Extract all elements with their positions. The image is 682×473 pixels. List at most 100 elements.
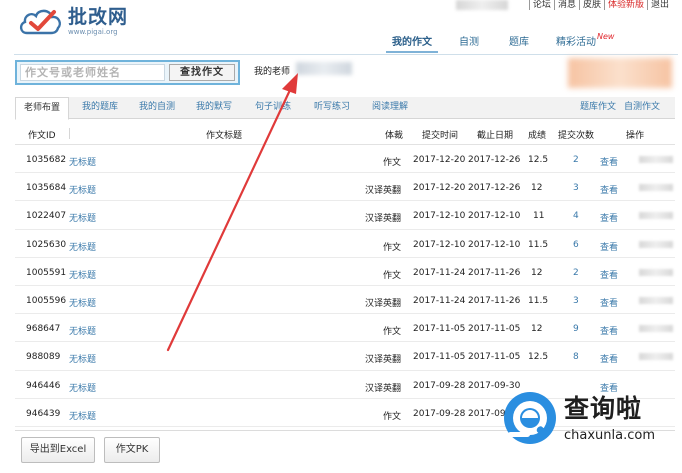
essay-id: 1025630 [26,239,67,250]
my-teacher-label: 我的老师 [254,67,291,77]
submit-count[interactable]: 9 [573,324,579,334]
deadline: 2017-11-05 [468,324,521,335]
view-link[interactable]: 查看 [600,240,618,253]
essay-genre: 汉译英翻 [364,186,401,197]
deadline: 2017-12-26 [468,155,521,165]
toplink-skin[interactable]: 皮肤 [578,0,604,10]
table-row: 968647 无标题 作文 2017-11-05 2017-11-05 12 9… [15,314,675,343]
search-button[interactable]: 查找作文 [169,64,235,81]
essay-genre: 汉译英翻 [364,214,401,225]
essay-title-link[interactable]: 无标题 [69,240,96,253]
essay-title-link[interactable]: 无标题 [69,381,96,394]
essay-genre: 汉译英翻 [364,355,401,366]
essay-genre: 作文 [382,411,401,422]
submit-time: 2017-11-24 [413,295,466,306]
nav-my-essays[interactable]: 我的作文 [386,37,438,53]
blurred-operations [639,212,673,220]
essay-title-link[interactable]: 无标题 [69,211,96,224]
essay-title-link[interactable]: 无标题 [69,296,96,309]
view-link[interactable]: 查看 [600,211,618,224]
essay-id: 968647 [26,324,61,335]
blurred-operations [639,296,673,304]
search-input[interactable] [20,64,165,81]
submit-count[interactable]: 2 [573,155,579,165]
tab-listening[interactable]: 听写练习 [306,97,358,119]
view-link[interactable]: 查看 [600,352,618,365]
nav-question-bank[interactable]: 题库 [509,37,529,49]
submit-count[interactable]: 8 [573,352,579,362]
submit-time: 2017-12-20 [413,183,466,194]
essay-pk-button[interactable]: 作文PK [104,437,160,463]
deadline: 2017-12-26 [468,183,521,194]
table-row: 1035684 无标题 汉译英翻 2017-12-20 2017-12-26 1… [15,173,675,202]
table-row: 1005591 无标题 作文 2017-11-24 2017-11-26 12 … [15,258,675,286]
essay-title-link[interactable]: 无标题 [69,324,96,337]
essay-id: 946439 [26,408,61,419]
deadline: 2017-11-26 [468,295,521,306]
col-deadline: 截止日期 [477,131,514,141]
watermark: 查询啦 chaxunla.com [500,388,682,452]
score: 11 [533,211,545,222]
export-excel-button[interactable]: 导出到Excel [21,437,95,463]
table-row: 988089 无标题 汉译英翻 2017-11-05 2017-11-05 12… [15,342,675,371]
submit-count[interactable]: 4 [573,211,579,221]
view-link[interactable]: 查看 [600,155,618,168]
submit-time: 2017-12-20 [413,155,466,165]
submit-count[interactable]: 3 [573,296,579,306]
table-row: 1035682 无标题 作文 2017-12-20 2017-12-26 12.… [15,145,675,174]
blurred-operations [639,325,673,333]
deadline: 2017-12-10 [468,211,521,222]
score: 12 [531,183,543,194]
deadline: 2017-12-10 [468,239,521,250]
tab-my-bank[interactable]: 我的题库 [75,97,125,119]
watermark-url: chaxunla.com [564,428,655,443]
essay-title-link[interactable]: 无标题 [69,352,96,365]
blurred-operations [639,353,673,361]
nav-events[interactable]: 精彩活动 [556,37,596,49]
tab-teacher-assigned[interactable]: 老师布置 [15,97,69,120]
submit-count[interactable]: 6 [573,240,579,250]
tab-sentence-training[interactable]: 句子训练 [247,97,299,119]
tab-bank-essays[interactable]: 题库作文 [580,97,616,119]
blurred-operations [639,268,673,276]
deadline: 2017-11-26 [468,267,521,278]
submit-time: 2017-09-28 [413,380,466,391]
submit-time: 2017-11-24 [413,267,466,278]
toplink-forum[interactable]: 论坛 [528,0,554,10]
score: 11.5 [528,239,549,250]
toplink-logout[interactable]: 退出 [646,0,672,10]
score: 11.5 [528,295,549,306]
toplink-messages[interactable]: 消息 [553,0,579,10]
watermark-text: 查询啦 [564,394,643,423]
tab-self-test-essays[interactable]: 自测作文 [624,97,660,119]
view-link[interactable]: 查看 [600,296,618,309]
toplink-new-version[interactable]: 体验新版 [603,0,647,10]
search-box: 查找作文 [15,60,240,85]
essay-title-link[interactable]: 无标题 [69,409,96,422]
view-link[interactable]: 查看 [600,324,618,337]
essay-title-link[interactable]: 无标题 [69,183,96,196]
view-link[interactable]: 查看 [600,268,618,281]
cloud-check-icon [19,9,61,35]
nav-self-test[interactable]: 自测 [459,37,479,49]
blurred-operations [639,156,673,163]
submit-count[interactable]: 2 [573,268,579,278]
essay-genre: 汉译英翻 [364,298,401,309]
submit-time: 2017-12-10 [413,239,466,250]
essay-title-link[interactable]: 无标题 [69,268,96,281]
tab-reading[interactable]: 阅读理解 [364,97,416,119]
blurred-username [456,0,508,10]
new-badge: New [597,32,615,41]
tab-my-dictation[interactable]: 我的默写 [189,97,239,119]
submit-time: 2017-09-28 [413,408,466,419]
tab-my-self-test[interactable]: 我的自测 [132,97,182,119]
view-link[interactable]: 查看 [600,183,618,196]
col-title: 作文标题 [206,131,243,141]
essay-id: 1022407 [26,211,67,222]
score: 12.5 [528,155,549,165]
col-actions: 操作 [626,131,645,141]
submit-count[interactable]: 3 [573,183,579,193]
brand-name: 批改网 [68,5,129,28]
logo[interactable]: 批改网 www.pigai.org [18,4,128,38]
essay-title-link[interactable]: 无标题 [69,155,96,168]
